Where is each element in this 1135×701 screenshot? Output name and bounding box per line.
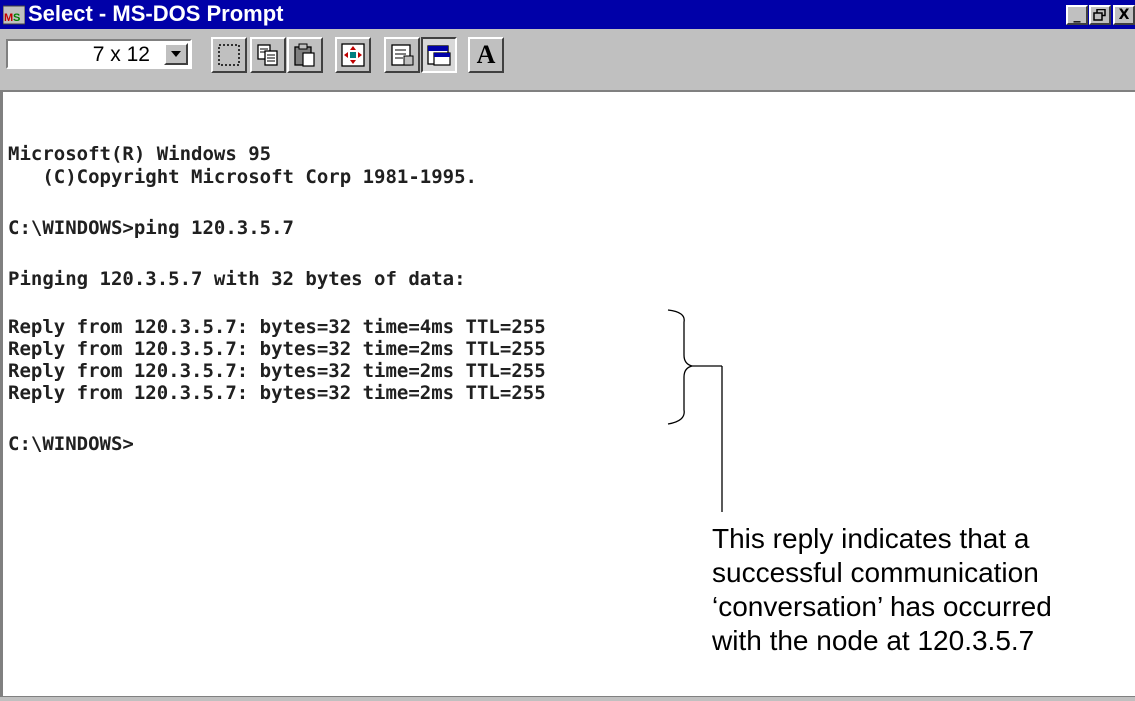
annotation-line: ‘conversation’ has occurred: [712, 591, 1052, 622]
annotation-line: This reply indicates that a: [712, 523, 1030, 554]
annotation-callout: This reply indicates that a successful c…: [712, 522, 1132, 658]
console-bottom-border: [0, 696, 1135, 701]
annotation-line: successful communication: [712, 557, 1039, 588]
annotation-line: with the node at 120.3.5.7: [712, 625, 1035, 656]
